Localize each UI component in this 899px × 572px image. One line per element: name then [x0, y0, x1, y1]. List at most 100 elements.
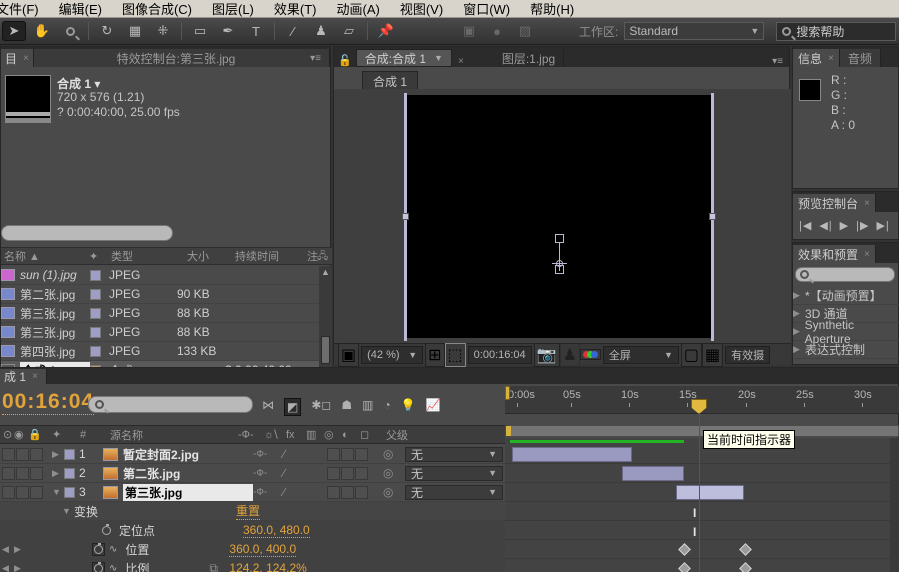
resolution-dropdown[interactable]: 全屏 ▼	[602, 345, 679, 364]
threed-switch-icon[interactable]: ◻	[360, 428, 386, 441]
channels-icon[interactable]	[579, 349, 601, 360]
layer-bar[interactable]	[512, 447, 632, 462]
label-column-icon[interactable]: ✦	[52, 428, 80, 441]
effects-search-input[interactable]	[795, 267, 895, 282]
label-swatch[interactable]	[90, 288, 101, 300]
timeline-search-input[interactable]	[88, 396, 253, 413]
transparency-grid-icon[interactable]: ▦	[702, 342, 724, 367]
stopwatch-icon[interactable]	[102, 523, 111, 535]
scroll-up-icon[interactable]: ▲	[319, 266, 332, 278]
zoom-tool-icon[interactable]	[58, 21, 82, 41]
first-frame-button[interactable]: |◀	[799, 219, 812, 232]
clone-stamp-tool-icon[interactable]: ♟	[309, 21, 333, 41]
anchor-point-row[interactable]: 定位点 360.0, 480.0	[0, 521, 505, 540]
menu-window[interactable]: 窗口(W)	[453, 0, 520, 18]
link-dimensions-icon[interactable]: ⧉	[209, 561, 229, 572]
transform-reset-link[interactable]: 重置	[236, 502, 261, 520]
parent-pickwhip-icon[interactable]: ◎	[383, 447, 405, 461]
zoom-level-dropdown[interactable]: (42 %) ▼	[361, 345, 424, 364]
stopwatch-icon[interactable]	[92, 561, 105, 572]
label-swatch[interactable]	[90, 345, 101, 357]
close-icon[interactable]: ×	[23, 53, 29, 64]
column-name[interactable]: 名称 ▲	[1, 248, 89, 264]
label-swatch[interactable]	[90, 326, 101, 338]
column-source-name[interactable]: 源名称	[110, 427, 238, 443]
draft-3d-icon[interactable]: ✱◻	[311, 398, 331, 416]
parent-pickwhip-icon[interactable]: ◎	[383, 485, 405, 499]
next-frame-button[interactable]: |▶	[856, 219, 869, 232]
label-column-icon[interactable]: ✦	[89, 250, 111, 263]
tab-project[interactable]: 目 ×	[1, 49, 34, 67]
parent-pickwhip-icon[interactable]: ◎	[383, 466, 405, 480]
list-item[interactable]: ▶ *【动画预置】	[793, 287, 899, 305]
position-row[interactable]: ◀ ▶ ∿ 位置 360.0, 400.0	[0, 540, 505, 559]
parent-dropdown[interactable]: 无 ▼	[405, 465, 503, 481]
composition-flowchart-icon[interactable]: ⋈	[262, 398, 274, 416]
motion-blur-switch-icon[interactable]: ◎	[324, 428, 342, 441]
table-row[interactable]: 第四张.jpg JPEG 133 KB	[1, 342, 319, 361]
workspace-dropdown[interactable]: Standard ▼	[624, 22, 765, 40]
column-duration[interactable]: 持续时间	[235, 248, 307, 264]
menu-layer[interactable]: 图层(L)	[202, 0, 264, 18]
canvas[interactable]	[405, 95, 713, 338]
work-area-bar[interactable]	[505, 425, 899, 437]
column-size[interactable]: 大小	[187, 248, 235, 264]
table-row[interactable]: 第三张.jpg JPEG 88 KB	[1, 304, 319, 323]
transform-group-row[interactable]: ▼ 变换 重置	[0, 502, 505, 521]
pan-behind-tool-icon[interactable]: ⁜	[151, 21, 175, 41]
close-icon[interactable]: ×	[458, 56, 464, 67]
layer-row[interactable]: ▶ 2 第二张.jpg -Ф- ∕ ◎ 无 ▼	[0, 464, 505, 483]
quality-switch-icon[interactable]: ∖	[272, 428, 286, 441]
motion-blur-icon[interactable]: ◔	[383, 398, 390, 416]
table-row[interactable]: sun (1).jpg JPEG	[1, 266, 319, 285]
always-preview-icon[interactable]: ▣	[338, 342, 360, 367]
graph-icon[interactable]: ∿	[109, 563, 117, 572]
prev-frame-button[interactable]: ◀|	[819, 219, 832, 232]
flowchart-icon[interactable]: 🖧	[317, 249, 328, 266]
close-icon[interactable]: ×	[32, 371, 38, 382]
close-icon[interactable]: ×	[864, 198, 870, 209]
table-row[interactable]: 第三张.jpg JPEG 88 KB	[1, 323, 319, 342]
tab-composition[interactable]: 合成:合成 1 ▼	[355, 49, 452, 67]
close-icon[interactable]: ×	[864, 249, 870, 260]
menu-animation[interactable]: 动画(A)	[327, 0, 390, 18]
text-tool-icon[interactable]: T	[244, 21, 268, 41]
stopwatch-icon[interactable]	[92, 542, 105, 556]
tab-layer[interactable]: 图层:1.jpg	[494, 49, 565, 67]
tab-timeline-comp[interactable]: 成 1 ×	[0, 369, 47, 384]
tab-audio[interactable]: 音频	[839, 49, 881, 67]
table-row[interactable]: 第二张.jpg JPEG 90 KB	[1, 285, 319, 304]
region-of-interest-icon[interactable]: ⬚	[444, 342, 466, 367]
tab-info[interactable]: 信息 ×	[793, 49, 840, 67]
collapse-switch-icon[interactable]: ☼	[256, 429, 274, 441]
viewer-timecode[interactable]: 0:00:16:04	[467, 345, 532, 364]
column-parent[interactable]: 父级	[386, 427, 408, 443]
close-icon[interactable]: ×	[828, 53, 834, 64]
label-swatch[interactable]	[90, 307, 101, 319]
project-filter-input[interactable]	[1, 225, 173, 241]
frame-blend-switch-icon[interactable]: ▥	[306, 428, 324, 441]
comp-marker[interactable]	[505, 386, 510, 400]
hand-tool-icon[interactable]: ✋	[30, 21, 54, 41]
selection-tool-icon[interactable]: ➤	[2, 21, 26, 41]
menu-view[interactable]: 视图(V)	[390, 0, 453, 18]
lock-column-icon[interactable]: 🔒	[28, 428, 52, 441]
eraser-tool-icon[interactable]: ▱	[337, 21, 361, 41]
frame-blend-icon[interactable]: ▥	[362, 398, 373, 416]
fx-switch-icon[interactable]: fx	[286, 429, 306, 441]
camera-tool-icon[interactable]: ▦	[123, 21, 147, 41]
tab-preview[interactable]: 预览控制台 ×	[793, 194, 876, 212]
layer-row[interactable]: ▶ 1 暂定封面2.jpg -Ф- ∕ ◎ 无 ▼	[0, 445, 505, 464]
help-search-input[interactable]: 搜索帮助	[776, 21, 897, 41]
layer-label-swatch[interactable]	[64, 467, 75, 479]
viewport[interactable]	[334, 89, 791, 343]
menu-composition[interactable]: 图像合成(C)	[112, 0, 202, 18]
snapshot-camera-icon[interactable]: 📷	[533, 342, 560, 367]
graph-editor-icon[interactable]: 📈	[426, 398, 441, 416]
work-area-start-handle[interactable]	[506, 426, 511, 436]
list-item[interactable]: ▶ Synthetic Aperture	[793, 318, 899, 346]
column-number[interactable]: #	[80, 429, 110, 441]
position-keyframe-box[interactable]	[555, 234, 564, 243]
audio-column-icon[interactable]: ◉	[14, 428, 28, 441]
active-camera-dropdown[interactable]: 有效摄	[725, 345, 771, 364]
